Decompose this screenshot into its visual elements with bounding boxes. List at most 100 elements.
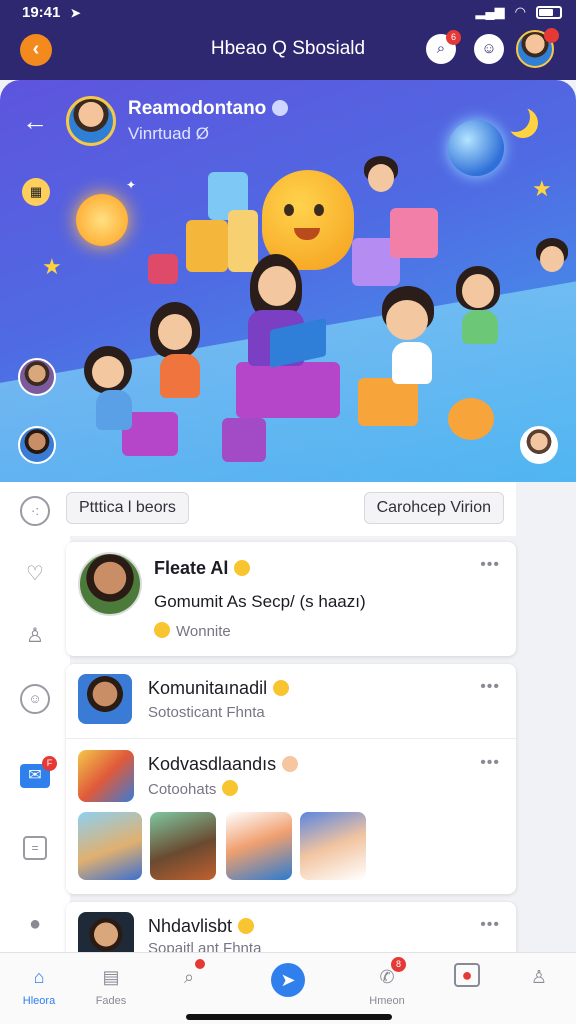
toy-block (390, 208, 438, 258)
status-icons: ▂▄▆ ◠ (475, 4, 562, 20)
smiley-icon[interactable]: ·: (20, 496, 50, 526)
gallery-photo[interactable] (300, 812, 366, 880)
hero-back-arrow-icon[interactable]: ← (22, 106, 48, 137)
hero-avatar[interactable] (66, 96, 116, 146)
notifications-icon: ✆ 8 (373, 957, 406, 991)
glowing-orb-left (76, 194, 128, 246)
post-title: Komunitaınadil (148, 678, 290, 699)
child-figure (150, 302, 206, 412)
search-badge (195, 959, 205, 969)
filter-chip[interactable]: Ptttica l beors (66, 492, 189, 524)
disco-ball-icon (448, 120, 504, 176)
gallery-photo[interactable] (150, 812, 216, 880)
nav-pages[interactable]: ▤ Fades (76, 963, 146, 1007)
cat-mascot (448, 398, 494, 440)
post-group-card: Komunitaınadil Sotosticant Fhnta ••• Kod… (66, 664, 516, 894)
top-bar: 19:41 ➤ ▂▄▆ ◠ ‹ Hbeao Q Sbosiald ⌕ 6 ☺ (0, 0, 576, 80)
status-time: 19:41 ➤ (22, 4, 81, 21)
emoji-icon (154, 622, 170, 638)
heart-icon[interactable]: ♡ (20, 560, 50, 590)
profile-avatar[interactable] (516, 28, 559, 68)
notification-badge: 8 (391, 957, 406, 972)
nav-send[interactable]: ➤ (253, 963, 323, 997)
nav-record[interactable]: ● (432, 963, 502, 987)
child-figure (380, 286, 440, 396)
more-options-icon[interactable]: ••• (480, 556, 500, 574)
nav-notifications[interactable]: ✆ 8 Hmeon (352, 957, 422, 1007)
clock: 19:41 (22, 4, 61, 21)
post-meta: Wonnite (154, 622, 231, 640)
verified-icon: Ø (195, 124, 209, 143)
post-item[interactable]: Kodvasdlaandıs Cotoohats ••• (66, 740, 516, 890)
nav-search[interactable]: ⌕ (154, 959, 224, 991)
hero-subtitle: Vinrtuad Ø (128, 124, 209, 143)
battery-icon (536, 5, 562, 19)
location-arrow-icon: ➤ (70, 6, 81, 20)
child-figure (84, 346, 140, 446)
post-author-avatar[interactable] (78, 552, 142, 616)
signal-icon: ▂▄▆ (475, 4, 505, 19)
search-icon: ⌕ (175, 959, 205, 991)
search-badge: 6 (446, 30, 461, 45)
mail-icon[interactable]: ✉ F (20, 756, 57, 788)
side-avatar[interactable] (520, 426, 558, 464)
emoji-icon (222, 780, 239, 796)
search-button[interactable]: ⌕ 6 (426, 30, 461, 64)
gallery-photo[interactable] (226, 812, 292, 880)
person-icon[interactable]: ● (20, 910, 50, 940)
emoji-icon (282, 756, 299, 772)
hero-banner: ← Reamodontano Vinrtuad Ø ★ ★ ✦ ▦ (0, 80, 576, 482)
post-thumbnail[interactable] (78, 674, 132, 724)
nav-profile[interactable]: ♙ (504, 963, 574, 991)
toy-block (222, 418, 266, 462)
child-figure (364, 156, 400, 200)
status-emoji (272, 100, 289, 116)
toy-block (148, 254, 178, 284)
profile-badge (544, 28, 559, 43)
side-avatar[interactable] (18, 358, 56, 396)
profile-icon: ♙ (530, 967, 548, 987)
more-options-icon[interactable]: ••• (480, 754, 500, 772)
post-card[interactable]: Fleate Al Gomumit As Secp/ (s haazı) Won… (66, 542, 516, 656)
note-icon[interactable]: = (23, 836, 47, 860)
star-icon: ★ (42, 254, 62, 279)
child-figure (456, 266, 506, 356)
nav-home[interactable]: ⌂ Hleora (4, 963, 74, 1007)
emoji-icon (234, 560, 251, 576)
side-avatar[interactable] (18, 426, 56, 464)
more-options-icon[interactable]: ••• (480, 916, 500, 934)
post-body: Gomumit As Secp/ (s haazı) (154, 592, 366, 611)
emoji-icon (273, 680, 290, 696)
home-indicator (186, 1014, 392, 1020)
star-icon: ✦ (126, 178, 137, 192)
home-icon: ⌂ (33, 967, 45, 987)
nav-label: Hmeon (369, 995, 405, 1007)
gallery-photo[interactable] (78, 812, 142, 880)
post-meta: Cotoohats (148, 780, 239, 798)
chip-bar: Ptttica l beors Carohcep Virion (66, 482, 516, 536)
calendar-icon: ▤ (102, 967, 120, 987)
more-options-icon[interactable]: ••• (480, 678, 500, 696)
emoji-icon[interactable]: ☺ (20, 684, 50, 714)
child-figure (536, 238, 570, 278)
gift-icon: ▦ (22, 178, 50, 206)
side-rail: ·: ♡ ♙ ☺ ✉ F = ● (0, 482, 70, 952)
hero-name: Reamodontano (128, 98, 289, 120)
user-icon[interactable]: ♙ (20, 622, 50, 652)
post-item[interactable]: Komunitaınadil Sotosticant Fhnta ••• (66, 664, 516, 738)
post-meta: Sotosticant Fhnta (148, 704, 265, 721)
filter-chip[interactable]: Carohcep Virion (363, 492, 504, 524)
post-title: Nhdavlisbt (148, 916, 255, 937)
post-thumbnail[interactable] (78, 750, 134, 802)
smiley-button[interactable]: ☺ (474, 34, 504, 64)
nav-label: Hleora (22, 995, 56, 1007)
post-title: Kodvasdlaandıs (148, 754, 299, 775)
emoji-icon (238, 918, 255, 934)
nav-label: Fades (95, 995, 127, 1007)
send-icon: ➤ (271, 963, 305, 997)
divider (66, 738, 516, 739)
toy-block (236, 362, 340, 418)
moon-icon (500, 102, 530, 132)
mail-badge: F (42, 756, 57, 771)
star-icon: ★ (532, 176, 552, 201)
